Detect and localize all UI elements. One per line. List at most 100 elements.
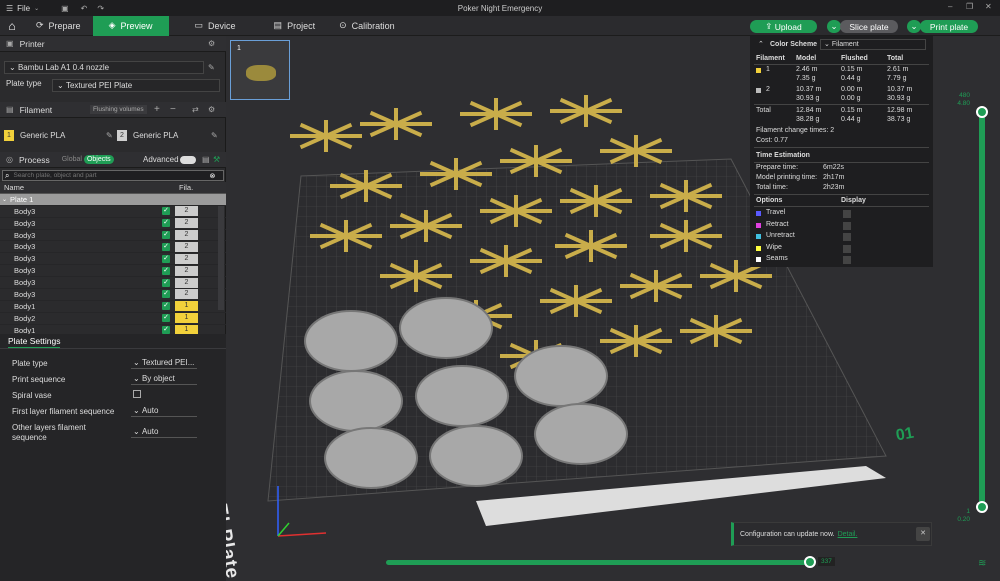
star-model[interactable]	[540, 285, 612, 317]
star-model[interactable]	[360, 108, 432, 140]
restore-icon[interactable]: ❐	[966, 2, 973, 11]
gear-icon[interactable]: ⚙	[208, 39, 215, 48]
compare-icon[interactable]: ▤	[202, 155, 210, 164]
layer-slider-top-thumb[interactable]	[976, 106, 988, 118]
filament-badge[interactable]: 2	[175, 241, 198, 252]
star-model[interactable]	[480, 195, 552, 227]
print-sequence-select[interactable]: ⌄ By object	[131, 373, 197, 385]
filament-badge[interactable]: 2	[175, 230, 198, 240]
plate-type-setting-select[interactable]: ⌄ Textured PEI...	[131, 357, 197, 369]
star-model[interactable]	[330, 170, 402, 202]
star-model[interactable]	[600, 325, 672, 357]
edit-icon[interactable]: ✎	[208, 63, 215, 72]
star-model[interactable]	[500, 145, 572, 177]
objects-toggle[interactable]: Objects	[83, 155, 114, 164]
option-display-checkbox[interactable]	[843, 210, 851, 218]
plate-thumbnail[interactable]: 1	[230, 40, 290, 100]
tab-project[interactable]: ▤ Project	[262, 16, 328, 36]
edit-icon[interactable]: ✎	[211, 131, 218, 140]
list-item[interactable]: Body3 ✓ 2	[0, 253, 226, 266]
list-item[interactable]: Body3 ✓ 2	[0, 289, 226, 301]
option-display-checkbox[interactable]	[843, 256, 851, 264]
global-toggle[interactable]: Global	[62, 156, 82, 163]
layers-icon[interactable]: ≋	[978, 558, 986, 569]
checkbox-icon[interactable]: ✓	[162, 278, 170, 287]
filament-badge[interactable]: 1	[175, 313, 198, 324]
filament-slot-2[interactable]: 2 Generic PLA ✎	[117, 130, 218, 141]
plate-row[interactable]: ⌄ Plate 1	[0, 193, 226, 206]
checkbox-icon[interactable]: ✓	[162, 231, 170, 239]
print-dropdown[interactable]: ⌄	[907, 20, 921, 33]
list-scrollbar[interactable]	[218, 206, 224, 310]
filament-badge[interactable]: 2	[175, 289, 198, 300]
list-item[interactable]: Body3 ✓ 2	[0, 230, 226, 242]
disc-model[interactable]	[399, 297, 493, 359]
slice-dropdown[interactable]: ⌄	[827, 20, 841, 33]
remove-icon[interactable]: −	[170, 104, 176, 115]
star-model[interactable]	[310, 220, 382, 252]
filament-slot-1[interactable]: 1 Generic PLA ✎	[4, 130, 113, 141]
move-slider-thumb[interactable]	[804, 556, 816, 568]
checkbox-icon[interactable]: ✓	[162, 207, 170, 216]
checkbox-icon[interactable]: ✓	[162, 326, 170, 334]
close-icon[interactable]: ✕	[916, 527, 930, 541]
home-icon[interactable]: ⌂	[0, 19, 24, 33]
checkbox-icon[interactable]: ✓	[162, 254, 170, 263]
spiral-vase-checkbox[interactable]	[133, 390, 141, 398]
disc-model[interactable]	[304, 310, 398, 372]
tab-calibration[interactable]: ⊙ Calibration	[327, 16, 407, 36]
upload-button[interactable]: ⇪ Upload	[750, 20, 817, 33]
checkbox-icon[interactable]: ✓	[162, 290, 170, 299]
option-display-checkbox[interactable]	[843, 233, 851, 241]
star-model[interactable]	[555, 230, 627, 262]
checkbox-icon[interactable]: ✓	[162, 219, 170, 228]
star-model[interactable]	[550, 95, 622, 127]
filament-badge[interactable]: 2	[175, 218, 198, 229]
tab-preview[interactable]: ◈ Preview	[92, 15, 169, 36]
tab-device[interactable]: ▭ Device	[183, 16, 248, 36]
star-model[interactable]	[460, 98, 532, 130]
star-model[interactable]	[650, 180, 722, 212]
star-model[interactable]	[390, 210, 462, 242]
star-model[interactable]	[650, 220, 722, 252]
star-model[interactable]	[680, 315, 752, 347]
checkbox-icon[interactable]: ✓	[162, 242, 170, 251]
tools-icon[interactable]: ⚒	[213, 155, 220, 164]
slice-plate-button[interactable]: Slice plate	[840, 20, 898, 33]
list-item[interactable]: Body1 ✓ 1	[0, 325, 226, 334]
advanced-switch[interactable]	[180, 155, 196, 164]
disc-model[interactable]	[429, 425, 523, 487]
other-layers-sequence-select[interactable]: ⌄ Auto	[131, 426, 197, 438]
flushing-volumes-button[interactable]: Flushing volumes	[90, 105, 147, 114]
list-item[interactable]: Body1 ✓ 1	[0, 301, 226, 313]
sync-icon[interactable]: ⇄	[192, 105, 199, 114]
printer-select[interactable]: ⌄ Bambu Lab A1 0.4 nozzle	[4, 61, 204, 74]
star-model[interactable]	[470, 245, 542, 277]
list-item[interactable]: Body3 ✓ 2	[0, 206, 226, 218]
list-item[interactable]: Body3 ✓ 2	[0, 277, 226, 290]
plate-type-select[interactable]: ⌄ Textured PEI Plate	[52, 79, 220, 92]
minimize-icon[interactable]: –	[948, 2, 952, 11]
star-model[interactable]	[420, 158, 492, 190]
disc-model[interactable]	[514, 345, 608, 407]
search-input[interactable]	[13, 172, 210, 179]
print-plate-button[interactable]: Print plate	[920, 20, 978, 33]
list-item[interactable]: Body2 ✓ 1	[0, 313, 226, 325]
star-model[interactable]	[290, 120, 362, 152]
edit-icon[interactable]: ✎	[106, 131, 113, 140]
star-model[interactable]	[380, 260, 452, 292]
filament-badge[interactable]: 2	[175, 253, 198, 264]
add-icon[interactable]: +	[154, 104, 160, 115]
clear-icon[interactable]: ⊗	[209, 172, 215, 180]
checkbox-icon[interactable]: ✓	[162, 314, 170, 323]
color-scheme-select[interactable]: ⌄ Filament	[820, 39, 926, 50]
star-model[interactable]	[600, 135, 672, 167]
move-slider-track[interactable]	[386, 560, 810, 565]
disc-model[interactable]	[309, 370, 403, 432]
option-display-checkbox[interactable]	[843, 244, 851, 253]
option-display-checkbox[interactable]	[843, 221, 851, 230]
filament-badge[interactable]: 2	[175, 206, 198, 217]
star-model[interactable]	[560, 185, 632, 217]
disc-model[interactable]	[324, 427, 418, 489]
layer-slider-bottom-thumb[interactable]	[976, 501, 988, 513]
